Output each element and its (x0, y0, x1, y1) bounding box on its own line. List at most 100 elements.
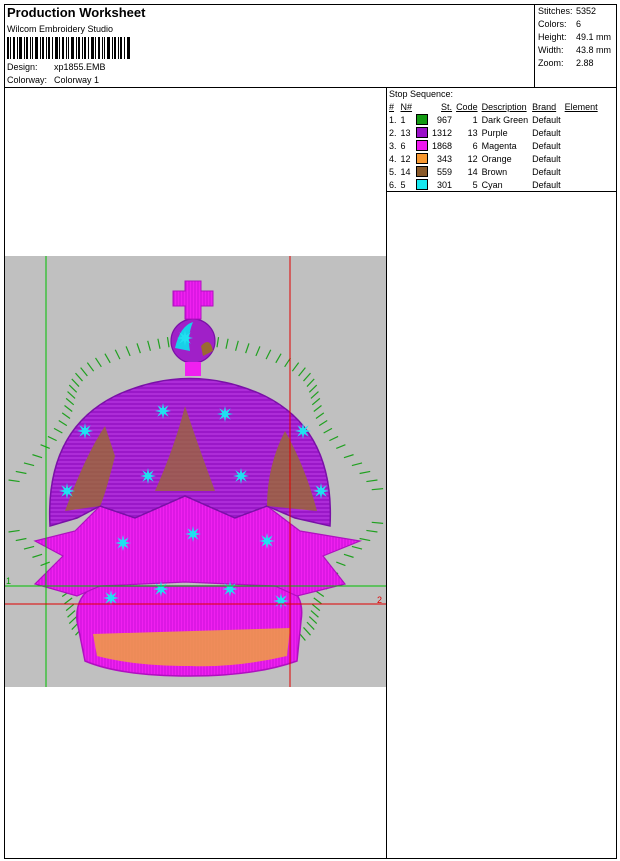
color-swatch (414, 152, 430, 165)
needle-number: 5 (400, 179, 406, 190)
color-description: Cyan (481, 179, 503, 190)
design-label: Design: (7, 62, 38, 72)
fringe-stitch (32, 553, 43, 558)
element-cell (563, 178, 600, 191)
fringe-stitch (291, 362, 300, 372)
color-description: Magenta (481, 140, 517, 151)
col-header: # (389, 101, 395, 112)
stitch-count: 967 (437, 114, 453, 125)
color-swatch-icon (416, 114, 429, 126)
fringe-stitch (310, 391, 319, 399)
fringe-stitch (94, 357, 102, 368)
thread-brand: Default (532, 153, 561, 164)
element-cell (563, 152, 600, 165)
color-code: 5 (472, 179, 478, 190)
stitch-count: 559 (437, 166, 453, 177)
stat-value: 5352 (576, 6, 597, 16)
fringe-stitch (71, 378, 80, 387)
stat-label: Zoom: (538, 58, 564, 68)
stitch-count: 301 (437, 179, 453, 190)
design-row: Design: xp1855.EMB (7, 62, 106, 72)
colorway-label: Colorway: (7, 75, 48, 85)
stitch-count: 1312 (432, 127, 453, 138)
page-title: Production Worksheet (7, 5, 146, 20)
thread-brand: Default (532, 179, 561, 190)
fringe-stitch (40, 444, 50, 449)
fringe-stitch (351, 545, 363, 550)
stat-label: Colors: (538, 19, 567, 29)
cyan-star-stitch (77, 423, 93, 439)
column-divider (386, 88, 387, 859)
fringe-stitch (64, 405, 73, 412)
fringe-stitch (343, 454, 354, 459)
table-row: 5. 14 559 14 Brown Default (387, 165, 600, 178)
fringe-stitch (308, 616, 318, 624)
fringe-stitch (32, 454, 43, 459)
fringe-stitch (53, 427, 63, 434)
cyan-star-stitch (153, 581, 169, 597)
fringe-stitch (359, 537, 371, 542)
fringe-stitch (245, 343, 250, 354)
fringe-stitch (306, 621, 315, 630)
fringe-stitch (318, 419, 328, 427)
color-code: 13 (467, 127, 478, 138)
cyan-star-stitch (185, 526, 201, 542)
fringe-stitch (371, 488, 384, 491)
fringe-stitch (68, 616, 78, 624)
thread-brand: Default (532, 127, 561, 138)
col-header: Code (456, 101, 478, 112)
cyan-star-stitch (140, 468, 156, 484)
cyan-star-stitch (177, 330, 193, 346)
fringe-stitch (310, 610, 319, 618)
thread-brand: Default (532, 114, 561, 125)
stop-number: 5. (389, 166, 397, 177)
software-name: Wilcom Embroidery Studio (7, 24, 114, 34)
fringe-stitch (359, 470, 371, 475)
fringe-stitch (336, 561, 346, 567)
stats-panel: Stitches: 5352 Colors: 6 Height: 49.1 mm Wi… (534, 4, 617, 88)
element-cell (563, 113, 600, 126)
fringe-stitch (65, 397, 75, 406)
fringe-stitch (147, 340, 152, 351)
stat-zoom: Zoom: 2.88 (538, 58, 594, 68)
cyan-star-stitch (273, 593, 289, 609)
stop-number: 1. (389, 114, 397, 125)
fringe-stitch (75, 372, 83, 382)
fringe-stitch (86, 362, 95, 372)
fringe-stitch (308, 384, 318, 393)
color-swatch-icon (416, 166, 429, 178)
col-header: Description (481, 101, 527, 112)
stitch-count: 343 (437, 153, 453, 164)
stat-stitches: Stitches: 5352 (538, 6, 596, 16)
fringe-stitch (303, 372, 311, 382)
fringe-stitch (315, 412, 325, 419)
cyan-star-stitch (115, 535, 131, 551)
cyan-star-stitch (217, 406, 233, 422)
fringe-stitch (166, 337, 170, 348)
fringe-stitch (216, 337, 220, 348)
fringe-stitch (125, 346, 131, 357)
design-value: xp1855.EMB (54, 62, 106, 72)
fringe-stitch (67, 391, 76, 399)
stat-width: Width: 43.8 mm (538, 45, 611, 55)
fringe-stitch (23, 545, 35, 550)
cyan-star-stitch (313, 483, 329, 499)
fringe-stitch (255, 346, 261, 357)
table-row: 2. 13 1312 13 Purple Default (387, 126, 600, 139)
color-swatch-icon (416, 179, 429, 191)
fringe-stitch (8, 479, 20, 483)
col-header: St. (441, 101, 453, 112)
fringe-stitch (40, 561, 50, 567)
fringe-stitch (323, 427, 333, 434)
fringe-stitch (47, 435, 57, 442)
cyan-star-stitch (155, 403, 171, 419)
fringe-stitch (23, 462, 35, 467)
element-cell (563, 126, 600, 139)
fringe-stitch (114, 349, 121, 360)
fringe-stitch (64, 597, 73, 605)
fringe-stitch (157, 338, 161, 349)
col-header: N# (400, 101, 413, 112)
fringe-stitch (366, 529, 378, 533)
stat-colors: Colors: 6 (538, 19, 581, 29)
color-swatch (414, 139, 430, 152)
